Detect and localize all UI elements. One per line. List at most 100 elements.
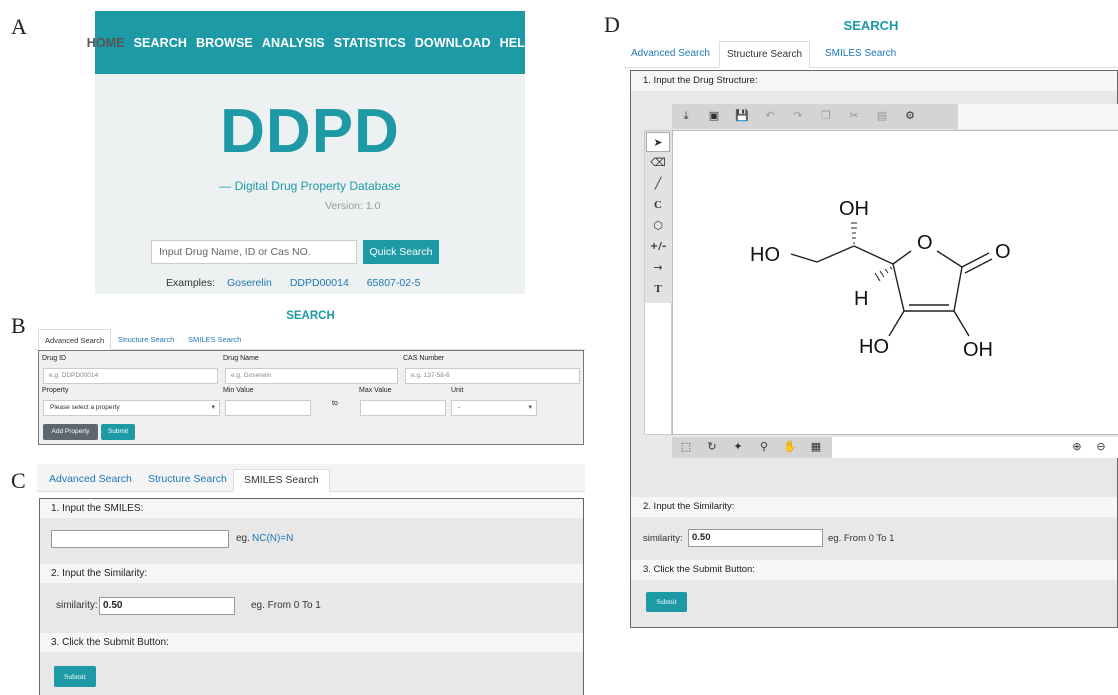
examples-row: Examples: Goserelin DDPD00014 65807-02-5 [166, 277, 435, 289]
bond [853, 245, 894, 265]
drug-id-input[interactable]: e.g. DDPD00014 [43, 368, 218, 384]
tab-smiles-search[interactable]: SMILES Search [182, 329, 247, 350]
search-title: SEARCH [286, 310, 335, 322]
nav-help[interactable]: HELP [500, 36, 534, 50]
min-value-input[interactable] [225, 400, 311, 416]
zoom-in-icon[interactable]: ⊕ [1066, 437, 1088, 457]
cut-icon[interactable]: ✂ [843, 106, 865, 126]
nav-home[interactable]: HOME [87, 36, 125, 50]
select-arrow-icon[interactable]: ➤ [646, 132, 670, 152]
search-tabs: Advanced Search Structure Search SMILES … [37, 464, 585, 492]
cas-number-input[interactable]: e.g. 137-58-6 [405, 368, 580, 384]
zoom-select-icon[interactable]: ⚲ [753, 437, 775, 457]
undo-icon[interactable]: ↶ [759, 106, 781, 126]
editor-bottom-toolbar: ⬚ ↻ ✦ ⚲ ✋ ▦ ⊕ ⊖ [672, 437, 1118, 458]
reaction-arrow-icon[interactable]: → [646, 258, 670, 278]
drug-id-label: Drug ID [42, 355, 67, 362]
bond-icon[interactable]: ╱ [646, 174, 670, 194]
smiles-search-form: 1. Input the SMILES: eg. NC(N)=N 2. Inpu… [39, 498, 584, 695]
quick-search-input[interactable] [151, 240, 357, 264]
tab-advanced-search[interactable]: Advanced Search [624, 41, 717, 68]
smiles-search-panel: Advanced Search Structure Search SMILES … [37, 464, 585, 695]
atom-ho-left: HO [750, 244, 780, 266]
advanced-search-form: Drug ID e.g. DDPD00014 Drug Name e.g. Go… [38, 350, 584, 445]
property-select[interactable]: Please select a property ▾ [43, 400, 220, 416]
max-value-input[interactable] [360, 400, 446, 416]
structure-canvas[interactable]: OH HO O O H HO OH [672, 130, 1118, 435]
similarity-hint: eg. From 0 To 1 [251, 600, 321, 611]
settings-icon[interactable]: ⚙ [899, 106, 921, 126]
main-navbar: HOME SEARCH BROWSE ANALYSIS STATISTICS D… [87, 11, 533, 74]
chain-icon[interactable]: C [646, 195, 670, 215]
tab-structure-search[interactable]: Structure Search [112, 329, 180, 350]
unit-select[interactable]: - ▾ [451, 400, 537, 416]
eraser-icon[interactable]: ⌫ [646, 153, 670, 173]
open-icon[interactable]: ▣ [703, 106, 725, 126]
panel-label-c: C [11, 468, 26, 493]
quick-search-button[interactable]: Quick Search [363, 240, 439, 264]
text-icon[interactable]: T [646, 279, 670, 299]
max-value-label: Max Value [359, 387, 392, 394]
similarity-input[interactable]: 0.50 [688, 529, 823, 547]
nav-browse[interactable]: BROWSE [196, 36, 253, 50]
bond [816, 245, 855, 263]
atom-h: H [854, 288, 868, 310]
panel-label-a: A [11, 14, 27, 39]
example-link-ddpd00014[interactable]: DDPD00014 [290, 277, 349, 289]
zoom-out-icon[interactable]: ⊖ [1090, 437, 1112, 457]
fit-icon[interactable]: ▦ [805, 437, 827, 457]
similarity-label: similarity: [56, 600, 98, 611]
tab-advanced-search[interactable]: Advanced Search [39, 469, 142, 492]
nav-download[interactable]: DOWNLOAD [415, 36, 491, 50]
unit-label: Unit [451, 387, 464, 394]
submit-button[interactable]: Submit [54, 666, 96, 687]
drug-name-input[interactable]: e.g. Goserelin [225, 368, 398, 384]
nav-analysis[interactable]: ANALYSIS [262, 36, 325, 50]
pan-hand-icon[interactable]: ✋ [779, 437, 801, 457]
smiles-example-link[interactable]: NC(N)=N [252, 533, 293, 544]
panel-label-d: D [604, 12, 620, 37]
paste-icon[interactable]: ▤ [871, 106, 893, 126]
editor-top-toolbar: ⤓ ▣ 💾 ↶ ↷ ❐ ✂ ▤ ⚙ [672, 104, 1118, 129]
drug-name-label: Drug Name [223, 355, 259, 362]
advanced-search-panel: SEARCH Advanced Search Structure Search … [35, 307, 586, 447]
tab-structure-search[interactable]: Structure Search [719, 41, 811, 68]
bond [961, 252, 990, 268]
similarity-input[interactable]: 0.50 [99, 597, 235, 615]
redo-icon[interactable]: ↷ [787, 106, 809, 126]
min-value-label: Min Value [223, 387, 254, 394]
atom-oh-bottom: OH [963, 339, 993, 361]
new-icon[interactable]: ⤓ [675, 106, 697, 126]
lasso-select-icon[interactable]: ↻ [701, 437, 723, 457]
range-to-label: to [332, 400, 338, 407]
add-property-button[interactable]: Add Property [43, 424, 98, 440]
tab-smiles-search[interactable]: SMILES Search [818, 41, 903, 68]
example-link-goserelin[interactable]: Goserelin [227, 277, 272, 289]
submit-button[interactable]: Submit [646, 592, 687, 612]
atom-o-carbonyl: O [995, 241, 1011, 263]
step2-heading: 2. Input the Similarity: [40, 564, 583, 583]
example-link-cas[interactable]: 65807-02-5 [367, 277, 421, 289]
nav-search[interactable]: SEARCH [134, 36, 187, 50]
tab-advanced-search[interactable]: Advanced Search [38, 329, 112, 350]
tab-smiles-search[interactable]: SMILES Search [233, 469, 330, 492]
rectangle-select-icon[interactable]: ⬚ [675, 437, 697, 457]
home-page-panel: HOME SEARCH BROWSE ANALYSIS STATISTICS D… [87, 11, 533, 294]
fragment-select-icon[interactable]: ✦ [727, 437, 749, 457]
examples-label: Examples: [166, 277, 216, 289]
chevron-down-icon: ▾ [211, 404, 215, 411]
structure-editor: ⤓ ▣ 💾 ↶ ↷ ❐ ✂ ▤ ⚙ ➤ ⌫ ╱ C ⬡ +/- → T OH H… [644, 104, 1118, 458]
search-tabs: Advanced Search Structure Search SMILES … [624, 41, 1118, 68]
tab-structure-search[interactable]: Structure Search [138, 469, 237, 492]
charge-icon[interactable]: +/- [646, 237, 670, 257]
save-icon[interactable]: 💾 [731, 106, 753, 126]
submit-button[interactable]: Submit [101, 424, 135, 440]
smiles-input[interactable] [51, 530, 229, 548]
nav-statistics[interactable]: STATISTICS [334, 36, 406, 50]
atom-oh-top: OH [839, 198, 869, 220]
cas-number-label: CAS Number [403, 355, 445, 362]
stereo-hash-top [851, 222, 857, 244]
copy-icon[interactable]: ❐ [815, 106, 837, 126]
template-ring-icon[interactable]: ⬡ [646, 216, 670, 236]
similarity-hint: eg. From 0 To 1 [828, 533, 895, 544]
